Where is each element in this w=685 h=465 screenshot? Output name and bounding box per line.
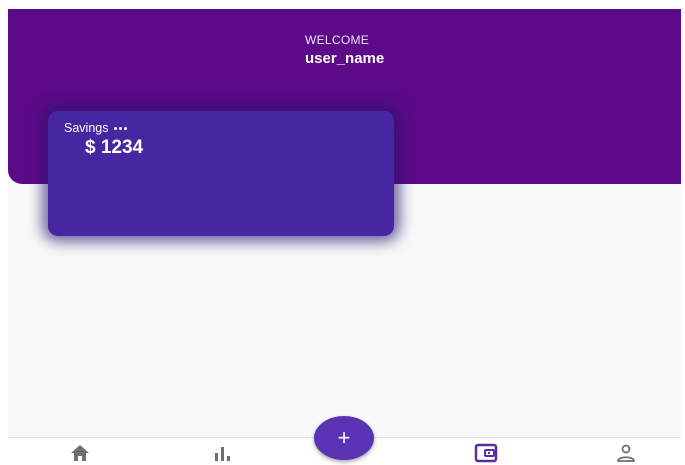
savings-card[interactable]: Savings $ 1234 xyxy=(48,111,394,236)
home-icon xyxy=(71,445,89,461)
wallet-icon xyxy=(474,443,498,463)
nav-stats[interactable] xyxy=(203,441,243,465)
add-button[interactable]: + xyxy=(314,416,374,460)
nav-home[interactable] xyxy=(60,441,100,465)
app-screen: WELCOME user_name Savings $ 1234 + xyxy=(0,0,685,465)
card-title: Savings xyxy=(64,121,109,135)
card-balance: $ 1234 xyxy=(85,137,144,158)
welcome-label: WELCOME xyxy=(305,33,370,47)
profile-icon xyxy=(617,444,635,462)
content-area: WELCOME user_name Savings $ 1234 xyxy=(8,9,681,437)
add-icon: + xyxy=(337,425,351,450)
user-name: user_name xyxy=(305,50,385,67)
card-title-row: Savings xyxy=(64,121,129,135)
nav-wallet[interactable] xyxy=(466,441,506,465)
nav-profile[interactable] xyxy=(606,441,646,465)
bar-chart-icon xyxy=(215,447,230,461)
more-horizontal-icon[interactable] xyxy=(112,122,129,134)
